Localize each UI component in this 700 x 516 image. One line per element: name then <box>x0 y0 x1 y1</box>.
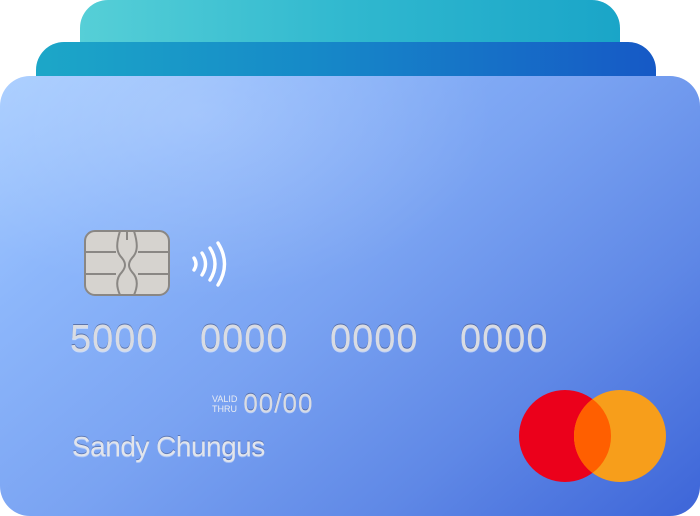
contactless-icon <box>192 241 227 287</box>
cardholder-name: Sandy Chungus <box>72 431 265 462</box>
mastercard-logo <box>519 390 666 482</box>
card-stack: 5000 0000 0000 0000 VALID THRU 00/00 San… <box>0 0 700 516</box>
expiry-date: 00/00 <box>243 388 314 418</box>
valid-label-line1: VALID <box>212 393 238 404</box>
expiry-block: VALID THRU 00/00 <box>212 388 313 419</box>
valid-label-line2: THRU <box>212 403 237 414</box>
card-number-group: 0000 <box>330 318 419 360</box>
card-number-group: 0000 <box>460 318 549 360</box>
emv-chip-icon <box>84 230 170 296</box>
card-number-group: 0000 <box>200 318 289 360</box>
card-number: 5000 0000 0000 0000 <box>70 318 590 361</box>
card-number-group: 5000 <box>70 318 159 360</box>
valid-thru-label: VALID THRU <box>212 394 237 414</box>
